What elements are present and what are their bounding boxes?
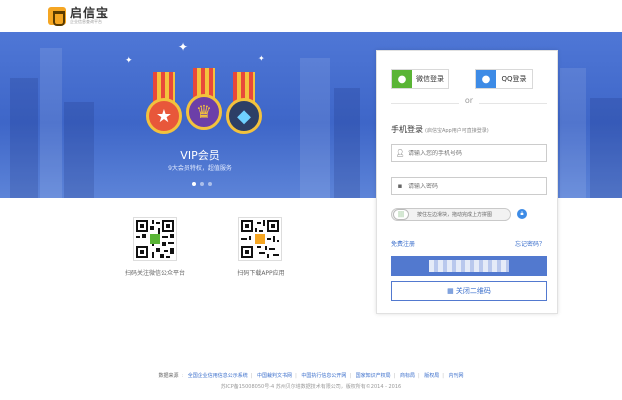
app-qr-label: 扫码下载APP应用 — [237, 270, 285, 277]
star-medal-icon: ★ — [146, 72, 182, 134]
footer-link[interactable]: 内刊网 — [449, 373, 464, 379]
carousel-dot[interactable] — [200, 182, 204, 186]
close-qr-button[interactable]: ▦ 关闭二维码 — [391, 281, 547, 301]
phone-field[interactable]: 👤︎ — [391, 144, 547, 162]
sparkle-icon: ✦ — [258, 54, 265, 63]
qr-icon: ▦ — [447, 287, 456, 295]
slider-hint: 按住左边滑块，拖动完成上方拼图 — [417, 212, 493, 218]
padlock-icon: 🔒︎ — [517, 209, 527, 219]
footer-link[interactable]: 中国执行信息公开网 — [301, 373, 346, 379]
sparkle-icon: ✦ — [178, 40, 189, 54]
wechat-qr-code — [133, 217, 177, 261]
wechat-qr-label: 扫码关注微信公众平台 — [124, 270, 185, 277]
building-silhouette — [10, 78, 38, 198]
password-field[interactable]: ▪ — [391, 177, 547, 195]
vip-title: VIP会员 — [180, 149, 220, 162]
slider-handle[interactable]: ||| — [393, 209, 409, 220]
logo-icon — [48, 7, 66, 26]
login-panel: ● 微信登录 ● QQ登录 or 手机登录 (启信宝App用户可直接登录) 👤︎ … — [376, 50, 558, 314]
forgot-password-link[interactable]: 忘记密码？ — [515, 239, 545, 248]
wechat-login-button[interactable]: ● 微信登录 — [391, 69, 449, 89]
footer-link[interactable]: 国家知识产权局 — [356, 373, 391, 379]
phone-login-note: (启信宝App用户可直接登录) — [425, 128, 489, 134]
copyright: 苏ICP备15008050号-4 苏州贝尔塔数据技术有限公司，版权所有©2014… — [220, 384, 402, 390]
logo[interactable]: 启信宝 企业信息查询平台 — [48, 6, 110, 26]
or-text: or — [459, 96, 479, 105]
footer-link[interactable]: 全国企业信用信息公示系统 — [188, 373, 248, 379]
qq-login-button[interactable]: ● QQ登录 — [475, 69, 533, 89]
footer-link[interactable]: 版权局 — [424, 373, 439, 379]
user-icon: 👤︎ — [395, 149, 405, 157]
wechat-icon: ● — [392, 70, 412, 88]
carousel-dot[interactable] — [208, 182, 212, 186]
carousel-dot[interactable] — [192, 182, 196, 186]
carousel-dots — [192, 182, 212, 186]
footer-links: 数据来源: 全国企业信用信息公示系统 | 中国裁判文书网 | 中国执行信息公开网 | … — [158, 373, 464, 379]
lock-icon: ▪ — [397, 182, 403, 190]
vip-medals: ★ ♛ ◆ — [140, 64, 270, 154]
source-label: 数据来源 — [158, 373, 179, 379]
wechat-login-label: 微信登录 — [416, 75, 444, 83]
app-qr-code — [238, 217, 282, 261]
qq-icon: ● — [476, 70, 496, 88]
register-link[interactable]: 免费注册 — [391, 239, 415, 248]
crown-medal-icon: ♛ — [186, 68, 222, 130]
footer-link[interactable]: 中国裁判文书网 — [257, 373, 292, 379]
sparkle-icon: ✦ — [125, 56, 133, 66]
page: 启信宝 企业信息查询平台 ✦ ✦ ✦ ★ ♛ ◆ VIP会员 9大会员特权，超值… — [0, 0, 622, 400]
footer-link[interactable]: 商标局 — [400, 373, 415, 379]
password-input[interactable] — [408, 182, 538, 190]
header: 启信宝 企业信息查询平台 — [0, 0, 622, 32]
logo-title: 启信宝 — [70, 6, 110, 20]
diamond-medal-icon: ◆ — [226, 72, 262, 134]
phone-login-title: 手机登录 (启信宝App用户可直接登录) — [391, 125, 489, 134]
captcha-puzzle[interactable] — [391, 256, 547, 276]
phone-input[interactable] — [408, 149, 538, 157]
vip-subtitle: 9大会员特权，超值服务 — [168, 165, 232, 172]
captcha-slider[interactable]: ||| 按住左边滑块，拖动完成上方拼图 — [391, 208, 511, 221]
qq-login-label: QQ登录 — [501, 75, 527, 83]
